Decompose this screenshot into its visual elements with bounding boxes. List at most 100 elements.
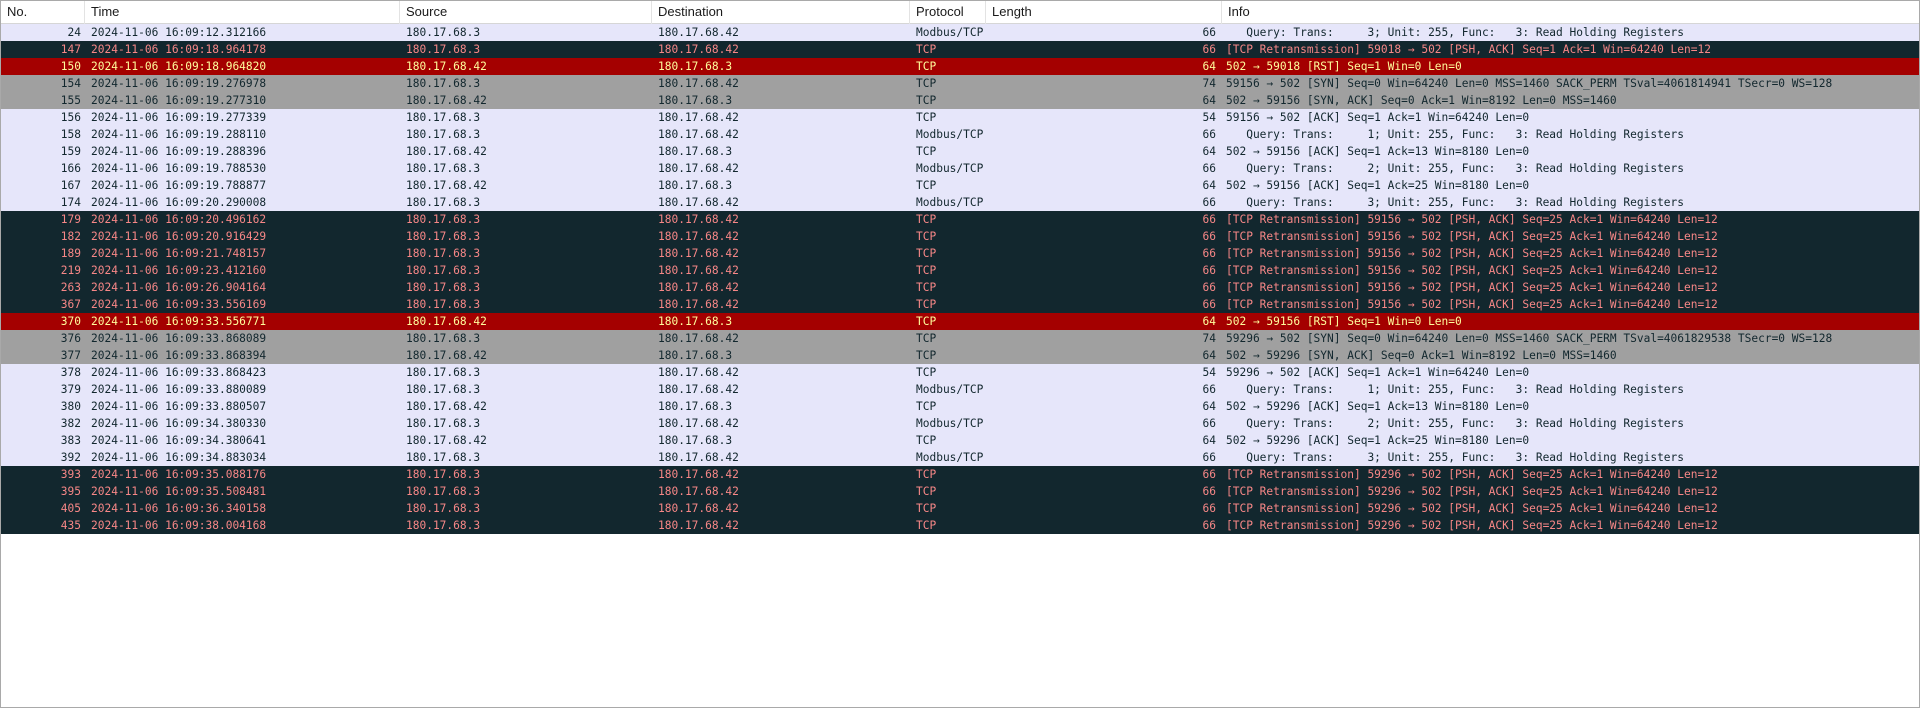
packet-row[interactable]: 156 2024-11-06 16:09:19.277339 180.17.68.3…	[1, 109, 1919, 126]
packet-number: 147	[60, 43, 81, 56]
column-header-bar: No. Time Source Destination Protocol Len…	[1, 1, 1919, 24]
packet-time: 2024-11-06 16:09:23.412160	[91, 264, 267, 277]
packet-source: 180.17.68.3	[406, 128, 481, 141]
packet-info: Query: Trans: 2; Unit: 255, Func: 3: Rea…	[1226, 162, 1685, 175]
packet-row[interactable]: 182 2024-11-06 16:09:20.916429 180.17.68.3…	[1, 228, 1919, 245]
packet-row[interactable]: 376 2024-11-06 16:09:33.868089 180.17.68.3…	[1, 330, 1919, 347]
packet-protocol: TCP	[916, 111, 937, 124]
packet-source: 180.17.68.3	[406, 77, 481, 90]
packet-row[interactable]: 395 2024-11-06 16:09:35.508481 180.17.68.3…	[1, 483, 1919, 500]
column-header-destination[interactable]: Destination	[652, 1, 910, 24]
packet-row[interactable]: 435 2024-11-06 16:09:38.004168 180.17.68.3…	[1, 517, 1919, 534]
packet-row[interactable]: 383 2024-11-06 16:09:34.380641 180.17.68.4…	[1, 432, 1919, 449]
packet-number: 154	[60, 77, 81, 90]
column-header-length[interactable]: Length	[986, 1, 1222, 24]
packet-number: 179	[60, 213, 81, 226]
packet-row[interactable]: 378 2024-11-06 16:09:33.868423 180.17.68.3…	[1, 364, 1919, 381]
packet-length: 64	[1202, 400, 1216, 413]
packet-source: 180.17.68.3	[406, 213, 481, 226]
packet-row[interactable]: 367 2024-11-06 16:09:33.556169 180.17.68.3…	[1, 296, 1919, 313]
column-header-info[interactable]: Info	[1222, 1, 1919, 24]
packet-length: 64	[1202, 179, 1216, 192]
packet-length: 66	[1202, 43, 1216, 56]
packet-row[interactable]: 24 2024-11-06 16:09:12.312166 180.17.68.3 1…	[1, 24, 1919, 41]
packet-row[interactable]: 155 2024-11-06 16:09:19.277310 180.17.68.4…	[1, 92, 1919, 109]
packet-rows: 24 2024-11-06 16:09:12.312166 180.17.68.3 1…	[1, 24, 1919, 534]
packet-protocol: Modbus/TCP	[916, 162, 984, 175]
packet-length: 66	[1202, 451, 1216, 464]
packet-row[interactable]: 377 2024-11-06 16:09:33.868394 180.17.68.4…	[1, 347, 1919, 364]
packet-info: [TCP Retransmission] 59156 → 502 [PSH, A…	[1226, 281, 1718, 294]
packet-info: 502 → 59296 [ACK] Seq=1 Ack=25 Win=8180 …	[1226, 434, 1530, 447]
packet-number: 189	[60, 247, 81, 260]
packet-length: 74	[1202, 77, 1216, 90]
packet-time: 2024-11-06 16:09:35.508481	[91, 485, 267, 498]
packet-protocol: Modbus/TCP	[916, 26, 984, 39]
packet-row[interactable]: 263 2024-11-06 16:09:26.904164 180.17.68.3…	[1, 279, 1919, 296]
packet-row[interactable]: 150 2024-11-06 16:09:18.964820 180.17.68.4…	[1, 58, 1919, 75]
packet-destination: 180.17.68.42	[658, 128, 739, 141]
packet-row[interactable]: 189 2024-11-06 16:09:21.748157 180.17.68.3…	[1, 245, 1919, 262]
packet-destination: 180.17.68.42	[658, 519, 739, 532]
packet-info: 59296 → 502 [SYN] Seq=0 Win=64240 Len=0 …	[1226, 332, 1833, 345]
packet-time: 2024-11-06 16:09:19.276978	[91, 77, 267, 90]
packet-row[interactable]: 219 2024-11-06 16:09:23.412160 180.17.68.3…	[1, 262, 1919, 279]
packet-row[interactable]: 393 2024-11-06 16:09:35.088176 180.17.68.3…	[1, 466, 1919, 483]
packet-length: 66	[1202, 468, 1216, 481]
packet-source: 180.17.68.42	[406, 60, 487, 73]
packet-protocol: TCP	[916, 60, 937, 73]
packet-time: 2024-11-06 16:09:36.340158	[91, 502, 267, 515]
packet-row[interactable]: 379 2024-11-06 16:09:33.880089 180.17.68.3…	[1, 381, 1919, 398]
packet-source: 180.17.68.42	[406, 434, 487, 447]
packet-row[interactable]: 158 2024-11-06 16:09:19.288110 180.17.68.3…	[1, 126, 1919, 143]
packet-info: Query: Trans: 1; Unit: 255, Func: 3: Rea…	[1226, 128, 1685, 141]
packet-row[interactable]: 147 2024-11-06 16:09:18.964178 180.17.68.3…	[1, 41, 1919, 58]
packet-destination: 180.17.68.42	[658, 451, 739, 464]
packet-row[interactable]: 166 2024-11-06 16:09:19.788530 180.17.68.3…	[1, 160, 1919, 177]
packet-source: 180.17.68.3	[406, 298, 481, 311]
packet-row[interactable]: 382 2024-11-06 16:09:34.380330 180.17.68.3…	[1, 415, 1919, 432]
column-header-protocol[interactable]: Protocol	[910, 1, 986, 24]
packet-length: 64	[1202, 94, 1216, 107]
packet-protocol: TCP	[916, 230, 937, 243]
packet-info: 59296 → 502 [ACK] Seq=1 Ack=1 Win=64240 …	[1226, 366, 1530, 379]
packet-number: 155	[60, 94, 81, 107]
packet-source: 180.17.68.3	[406, 43, 481, 56]
packet-row[interactable]: 380 2024-11-06 16:09:33.880507 180.17.68.4…	[1, 398, 1919, 415]
packet-info: 59156 → 502 [SYN] Seq=0 Win=64240 Len=0 …	[1226, 77, 1833, 90]
packet-row[interactable]: 167 2024-11-06 16:09:19.788877 180.17.68.4…	[1, 177, 1919, 194]
packet-row[interactable]: 179 2024-11-06 16:09:20.496162 180.17.68.3…	[1, 211, 1919, 228]
packet-number: 167	[60, 179, 81, 192]
packet-time: 2024-11-06 16:09:33.868394	[91, 349, 267, 362]
packet-number: 395	[60, 485, 81, 498]
packet-row[interactable]: 370 2024-11-06 16:09:33.556771 180.17.68.4…	[1, 313, 1919, 330]
packet-source: 180.17.68.3	[406, 383, 481, 396]
packet-number: 377	[60, 349, 81, 362]
packet-number: 158	[60, 128, 81, 141]
packet-number: 435	[60, 519, 81, 532]
packet-number: 182	[60, 230, 81, 243]
packet-length: 66	[1202, 383, 1216, 396]
packet-row[interactable]: 159 2024-11-06 16:09:19.288396 180.17.68.4…	[1, 143, 1919, 160]
packet-time: 2024-11-06 16:09:19.288396	[91, 145, 267, 158]
packet-time: 2024-11-06 16:09:18.964178	[91, 43, 267, 56]
packet-protocol: TCP	[916, 281, 937, 294]
packet-source: 180.17.68.3	[406, 332, 481, 345]
packet-source: 180.17.68.3	[406, 26, 481, 39]
column-header-time[interactable]: Time	[85, 1, 400, 24]
packet-source: 180.17.68.3	[406, 111, 481, 124]
column-header-source[interactable]: Source	[400, 1, 652, 24]
packet-info: [TCP Retransmission] 59156 → 502 [PSH, A…	[1226, 298, 1718, 311]
packet-row[interactable]: 392 2024-11-06 16:09:34.883034 180.17.68.3…	[1, 449, 1919, 466]
packet-info: Query: Trans: 1; Unit: 255, Func: 3: Rea…	[1226, 383, 1685, 396]
packet-number: 166	[60, 162, 81, 175]
packet-row[interactable]: 405 2024-11-06 16:09:36.340158 180.17.68.3…	[1, 500, 1919, 517]
column-header-no[interactable]: No.	[1, 1, 85, 24]
packet-length: 66	[1202, 485, 1216, 498]
packet-row[interactable]: 154 2024-11-06 16:09:19.276978 180.17.68.3…	[1, 75, 1919, 92]
packet-protocol: TCP	[916, 349, 937, 362]
packet-protocol: TCP	[916, 179, 937, 192]
packet-row[interactable]: 174 2024-11-06 16:09:20.290008 180.17.68.3…	[1, 194, 1919, 211]
packet-list[interactable]: No. Time Source Destination Protocol Len…	[0, 0, 1920, 708]
packet-destination: 180.17.68.42	[658, 230, 739, 243]
